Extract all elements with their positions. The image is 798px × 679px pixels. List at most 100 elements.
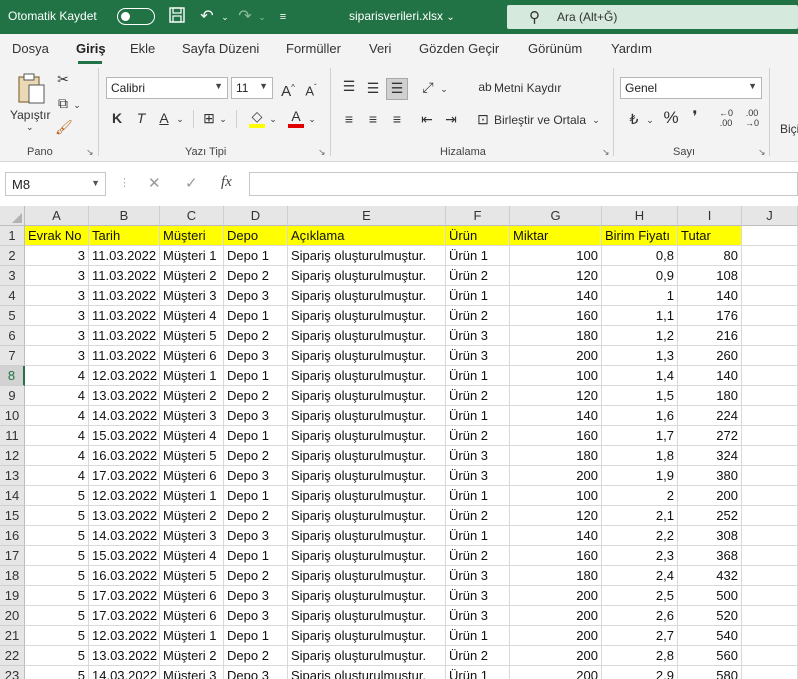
- table-cell[interactable]: 4: [25, 406, 89, 426]
- align-top-icon[interactable]: ☰: [340, 77, 358, 95]
- table-cell[interactable]: Müşteri 4: [160, 546, 224, 566]
- table-cell[interactable]: 12.03.2022: [89, 366, 160, 386]
- table-cell[interactable]: Sipariş oluşturulmuştur.: [288, 486, 446, 506]
- header-cell[interactable]: Tutar: [678, 226, 742, 246]
- table-cell[interactable]: 176: [678, 306, 742, 326]
- row-header[interactable]: 13: [0, 466, 25, 486]
- table-cell[interactable]: [742, 506, 798, 526]
- table-cell[interactable]: Ürün 3: [446, 606, 510, 626]
- orientation-dropdown-icon[interactable]: ⌄: [439, 80, 449, 98]
- table-cell[interactable]: 260: [678, 346, 742, 366]
- table-cell[interactable]: [742, 466, 798, 486]
- table-cell[interactable]: Müşteri 4: [160, 306, 224, 326]
- table-cell[interactable]: 4: [25, 446, 89, 466]
- table-cell[interactable]: 5: [25, 626, 89, 646]
- table-cell[interactable]: 224: [678, 406, 742, 426]
- tab-veri[interactable]: Veri: [369, 41, 391, 56]
- table-cell[interactable]: [742, 666, 798, 679]
- undo-icon[interactable]: ↶: [196, 6, 218, 28]
- table-cell[interactable]: Ürün 1: [446, 246, 510, 266]
- align-left-icon[interactable]: ≡: [340, 110, 358, 128]
- accounting-dropdown-icon[interactable]: ⌄: [645, 111, 655, 129]
- table-cell[interactable]: 140: [510, 286, 602, 306]
- table-cell[interactable]: 4: [25, 466, 89, 486]
- table-cell[interactable]: Depo 2: [224, 446, 288, 466]
- table-cell[interactable]: Depo 2: [224, 646, 288, 666]
- table-cell[interactable]: 11.03.2022: [89, 286, 160, 306]
- table-cell[interactable]: 2,6: [602, 606, 678, 626]
- table-cell[interactable]: Ürün 2: [446, 266, 510, 286]
- table-cell[interactable]: Müşteri 5: [160, 446, 224, 466]
- table-cell[interactable]: Sipariş oluşturulmuştur.: [288, 646, 446, 666]
- table-cell[interactable]: Sipariş oluşturulmuştur.: [288, 406, 446, 426]
- row-header[interactable]: 18: [0, 566, 25, 586]
- table-cell[interactable]: 13.03.2022: [89, 506, 160, 526]
- table-cell[interactable]: Depo 1: [224, 486, 288, 506]
- merge-center-button[interactable]: Birleştir ve Ortala: [494, 113, 586, 127]
- table-cell[interactable]: 3: [25, 346, 89, 366]
- table-cell[interactable]: Ürün 1: [446, 406, 510, 426]
- table-cell[interactable]: 2,1: [602, 506, 678, 526]
- table-cell[interactable]: 432: [678, 566, 742, 586]
- table-cell[interactable]: 180: [678, 386, 742, 406]
- table-cell[interactable]: [742, 286, 798, 306]
- enter-icon[interactable]: ✓: [185, 174, 198, 192]
- number-launcher-icon[interactable]: ↘: [758, 147, 766, 158]
- select-all-button[interactable]: [0, 206, 25, 226]
- column-header-c[interactable]: C: [160, 206, 224, 226]
- table-cell[interactable]: Ürün 3: [446, 346, 510, 366]
- header-cell[interactable]: Ürün: [446, 226, 510, 246]
- table-cell[interactable]: 1,9: [602, 466, 678, 486]
- table-cell[interactable]: Sipariş oluşturulmuştur.: [288, 366, 446, 386]
- borders-dropdown-icon[interactable]: ⌄: [218, 110, 228, 128]
- table-cell[interactable]: Sipariş oluşturulmuştur.: [288, 246, 446, 266]
- table-cell[interactable]: Depo 1: [224, 626, 288, 646]
- table-cell[interactable]: 200: [510, 586, 602, 606]
- table-cell[interactable]: 200: [510, 666, 602, 679]
- bold-icon[interactable]: K: [109, 109, 125, 127]
- formula-input[interactable]: [249, 172, 798, 196]
- table-cell[interactable]: 2,5: [602, 586, 678, 606]
- table-cell[interactable]: 1,6: [602, 406, 678, 426]
- table-cell[interactable]: 1,5: [602, 386, 678, 406]
- table-cell[interactable]: 540: [678, 626, 742, 646]
- table-cell[interactable]: 2,4: [602, 566, 678, 586]
- table-cell[interactable]: [742, 426, 798, 446]
- table-cell[interactable]: 140: [678, 286, 742, 306]
- table-cell[interactable]: [742, 566, 798, 586]
- table-cell[interactable]: 200: [510, 606, 602, 626]
- table-cell[interactable]: Müşteri 2: [160, 646, 224, 666]
- table-cell[interactable]: Depo 2: [224, 566, 288, 586]
- font-color-icon[interactable]: A: [286, 107, 306, 128]
- table-cell[interactable]: 140: [678, 366, 742, 386]
- column-header-h[interactable]: H: [602, 206, 678, 226]
- table-cell[interactable]: [742, 626, 798, 646]
- table-cell[interactable]: 1,8: [602, 446, 678, 466]
- table-cell[interactable]: 500: [678, 586, 742, 606]
- table-cell[interactable]: 11.03.2022: [89, 346, 160, 366]
- table-cell[interactable]: Ürün 3: [446, 466, 510, 486]
- table-cell[interactable]: 17.03.2022: [89, 606, 160, 626]
- tab-giris[interactable]: Giriş: [76, 41, 106, 56]
- table-cell[interactable]: Ürün 2: [446, 386, 510, 406]
- table-cell[interactable]: Ürün 2: [446, 506, 510, 526]
- comma-style-icon[interactable]: ❜: [688, 109, 702, 127]
- wrap-text-icon[interactable]: ab: [477, 78, 493, 96]
- table-cell[interactable]: Ürün 2: [446, 306, 510, 326]
- table-cell[interactable]: Sipariş oluşturulmuştur.: [288, 546, 446, 566]
- table-cell[interactable]: 2: [602, 486, 678, 506]
- row-header[interactable]: 17: [0, 546, 25, 566]
- table-cell[interactable]: 308: [678, 526, 742, 546]
- orientation-icon[interactable]: ⤢: [418, 78, 438, 96]
- row-header[interactable]: 16: [0, 526, 25, 546]
- row-header[interactable]: 3: [0, 266, 25, 286]
- row-header[interactable]: 20: [0, 606, 25, 626]
- column-header-g[interactable]: G: [510, 206, 602, 226]
- row-header[interactable]: 22: [0, 646, 25, 666]
- table-cell[interactable]: Depo 3: [224, 666, 288, 679]
- table-cell[interactable]: Ürün 2: [446, 546, 510, 566]
- table-cell[interactable]: 11.03.2022: [89, 246, 160, 266]
- table-cell[interactable]: 140: [510, 406, 602, 426]
- table-cell[interactable]: [742, 246, 798, 266]
- row-header[interactable]: 5: [0, 306, 25, 326]
